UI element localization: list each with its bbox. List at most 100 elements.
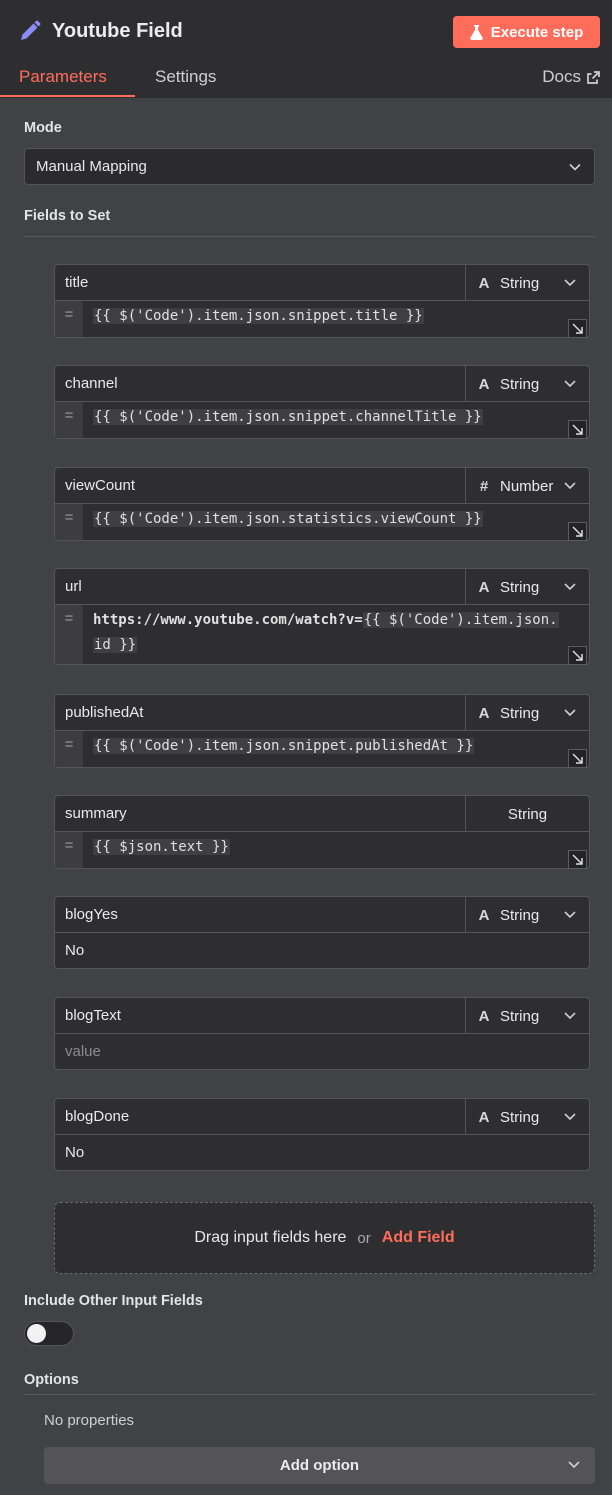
field-value-input[interactable]: No — [55, 1135, 589, 1171]
field-value-input[interactable]: No — [55, 933, 589, 969]
expression-editor[interactable]: {{ $('Code').item.json.snippet.channelTi… — [83, 402, 589, 438]
field-value[interactable]: = {{ $('Code').item.json.snippet.title }… — [55, 301, 589, 338]
field-header: blogText A String — [55, 998, 589, 1034]
string-type-icon: A — [478, 274, 490, 292]
tab-parameters[interactable]: Parameters — [19, 60, 107, 98]
chevron-down-icon — [569, 163, 581, 171]
field-type-select[interactable]: # Number — [465, 468, 589, 504]
chevron-down-icon — [564, 1012, 576, 1020]
expression-token: {{ $json.text }} — [93, 839, 230, 855]
field-type-label: String — [500, 274, 540, 292]
field-type-select[interactable]: A String — [465, 265, 589, 301]
field-publishedat: publishedAt A String = {{ $('Code').item… — [54, 694, 590, 768]
execute-step-button[interactable]: Execute step — [453, 16, 600, 48]
mode-select[interactable]: Manual Mapping — [24, 148, 595, 185]
field-name-input[interactable]: blogDone — [65, 1099, 129, 1135]
field-type-select[interactable]: A String — [465, 366, 589, 402]
execute-step-label: Execute step — [490, 23, 584, 41]
field-name-input[interactable]: channel — [65, 366, 118, 402]
field-title: title A String = {{ $('Code').item.json.… — [54, 264, 590, 338]
field-type-select[interactable]: A String — [465, 569, 589, 605]
field-name-input[interactable]: blogText — [65, 998, 121, 1034]
field-name-input[interactable]: url — [65, 569, 82, 605]
string-type-icon: A — [478, 906, 490, 924]
expand-icon[interactable] — [568, 522, 587, 541]
expression-mode-icon: = — [55, 605, 83, 664]
expression-mode-icon: = — [55, 832, 83, 868]
field-type-select[interactable]: A String — [465, 695, 589, 731]
chevron-down-icon — [568, 1461, 580, 1469]
docs-label: Docs — [542, 67, 581, 86]
chevron-down-icon — [564, 1113, 576, 1121]
add-option-button[interactable]: Add option — [44, 1447, 595, 1484]
string-type-icon: A — [478, 1007, 490, 1025]
field-header: blogDone A String — [55, 1099, 589, 1135]
expression-editor[interactable]: {{ $json.text }} — [83, 832, 589, 868]
expression-editor[interactable]: https://www.youtube.com/watch?v={{ $('Co… — [83, 605, 589, 664]
flask-icon — [469, 24, 483, 40]
string-type-icon: A — [478, 375, 490, 393]
add-field-link[interactable]: Add Field — [382, 1229, 455, 1247]
chevron-down-icon — [564, 583, 576, 591]
field-summary: summary String = {{ $json.text }} — [54, 795, 590, 869]
field-type-label: String — [500, 704, 540, 722]
field-value[interactable]: = {{ $('Code').item.json.snippet.publish… — [55, 731, 589, 768]
string-type-icon: A — [478, 578, 490, 596]
expand-icon[interactable] — [568, 646, 587, 665]
field-value[interactable]: = {{ $json.text }} — [55, 832, 589, 869]
field-type-label: String — [500, 906, 540, 924]
tab-bar: Parameters Settings — [0, 60, 612, 98]
field-type-select[interactable]: A String — [465, 897, 589, 933]
field-channel: channel A String = {{ $('Code').item.jso… — [54, 365, 590, 439]
expression-token: {{ $('Code').item.json.snippet.channelTi… — [93, 409, 483, 425]
options-divider — [24, 1394, 595, 1395]
field-type-select[interactable]: A String — [465, 1099, 589, 1135]
field-name-input[interactable]: publishedAt — [65, 695, 143, 731]
include-other-toggle[interactable] — [24, 1321, 74, 1346]
field-type-select[interactable]: A String — [465, 998, 589, 1034]
string-type-icon: A — [478, 704, 490, 722]
drop-zone[interactable]: Drag input fields here or Add Field — [54, 1202, 595, 1274]
field-header: viewCount # Number — [55, 468, 589, 504]
chevron-down-icon — [564, 709, 576, 717]
expand-icon[interactable] — [568, 850, 587, 869]
toggle-knob — [27, 1324, 46, 1343]
expression-editor[interactable]: {{ $('Code').item.json.snippet.title }} — [83, 301, 589, 337]
field-viewcount: viewCount # Number = {{ $('Code').item.j… — [54, 467, 590, 541]
tab-settings[interactable]: Settings — [155, 60, 216, 98]
field-value-text: No — [65, 1144, 85, 1161]
field-name-input[interactable]: blogYes — [65, 897, 118, 933]
expression-editor[interactable]: {{ $('Code').item.json.snippet.published… — [83, 731, 589, 767]
node-title[interactable]: Youtube Field — [52, 20, 183, 43]
field-name-input[interactable]: title — [65, 265, 88, 301]
drop-zone-or: or — [357, 1229, 371, 1247]
field-header: title A String — [55, 265, 589, 301]
expression-token-continued: id }} — [93, 637, 138, 653]
field-blogyes: blogYes A String No — [54, 896, 590, 969]
docs-link[interactable]: Docs — [542, 60, 600, 94]
field-value-input[interactable]: value — [55, 1034, 589, 1070]
chevron-down-icon — [564, 482, 576, 490]
field-name-input[interactable]: summary — [65, 796, 127, 832]
field-type-select[interactable]: String — [465, 796, 589, 832]
field-type-label: String — [500, 375, 540, 393]
number-type-icon: # — [479, 477, 489, 495]
drop-zone-text: Drag input fields here — [194, 1229, 347, 1246]
expression-token: {{ $('Code').item.json. — [362, 612, 559, 628]
chevron-down-icon — [564, 911, 576, 919]
pencil-icon[interactable] — [18, 18, 44, 44]
field-value[interactable]: = {{ $('Code').item.json.snippet.channel… — [55, 402, 589, 439]
expression-editor[interactable]: {{ $('Code').item.json.statistics.viewCo… — [83, 504, 589, 540]
field-value[interactable]: = https://www.youtube.com/watch?v={{ $('… — [55, 605, 589, 665]
mode-select-value: Manual Mapping — [36, 158, 147, 175]
field-header: channel A String — [55, 366, 589, 402]
field-name-input[interactable]: viewCount — [65, 468, 135, 504]
fields-divider — [24, 236, 595, 237]
string-type-icon: A — [478, 1108, 490, 1126]
expand-icon[interactable] — [568, 420, 587, 439]
expand-icon[interactable] — [568, 749, 587, 768]
field-value[interactable]: = {{ $('Code').item.json.statistics.view… — [55, 504, 589, 541]
expand-icon[interactable] — [568, 319, 587, 338]
chevron-down-icon — [564, 380, 576, 388]
options-label: Options — [24, 1372, 79, 1388]
